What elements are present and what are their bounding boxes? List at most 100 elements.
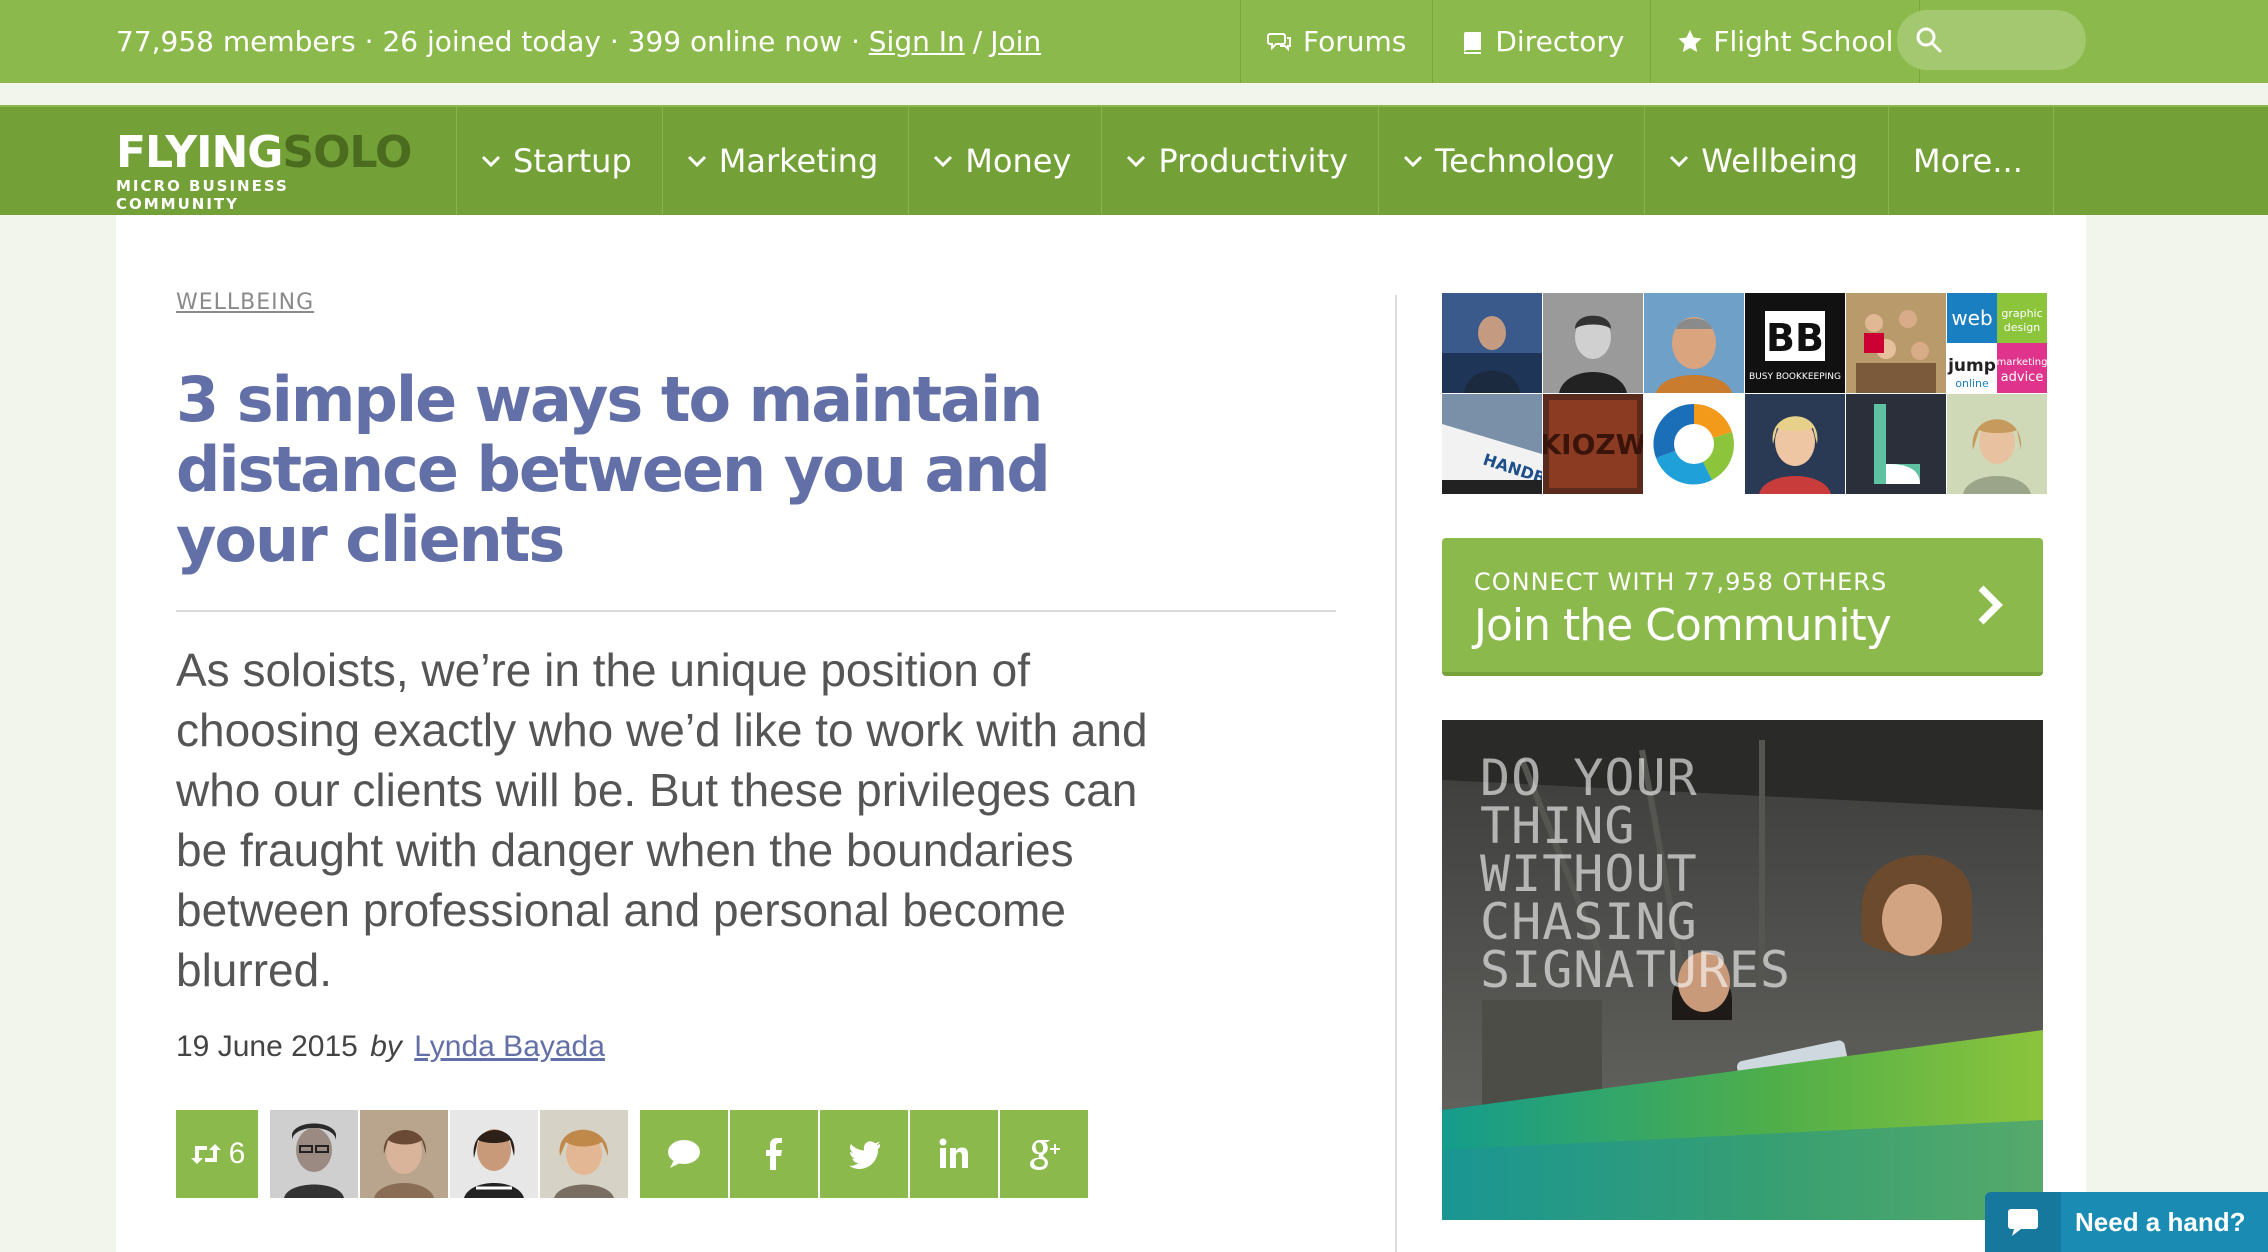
top-bar: 77,958 members · 26 joined today · 399 o… [0,0,2268,83]
main-nav: FLYINGSOLO MICRO BUSINESS COMMUNITY Star… [0,105,2268,215]
nav-item-label: Startup [513,142,632,180]
member-thumbnail[interactable]: web graphicdesign jumponline marketing advic… [1947,293,2047,393]
avatar[interactable] [360,1110,448,1198]
ad-line: SIGNATURES [1480,941,1792,999]
google-plus-share-button[interactable] [1000,1110,1088,1198]
chevron-right-icon [1978,585,2003,625]
nav-item-startup[interactable]: Startup [456,107,662,215]
chevron-down-icon [481,155,501,168]
chevron-down-icon [687,155,706,168]
linkedin-share-button[interactable] [910,1110,998,1198]
member-thumbnail[interactable] [1846,293,1946,393]
member-thumbnail[interactable]: BB BUSY BOOKKEEPING [1745,293,1845,393]
forums-link[interactable]: Forums [1240,0,1432,83]
chevron-down-icon [1127,155,1146,168]
flight-school-link[interactable]: Flight School [1650,0,1921,83]
sidebar-ad[interactable]: DO YOUR THING WITHOUT CHASING SIGNATURES [1442,720,2043,1220]
flying-solo-logo[interactable]: FLYINGSOLO MICRO BUSINESS COMMUNITY [116,131,416,214]
search-input[interactable] [1951,26,2071,54]
slash-separator: / [972,25,983,58]
join-link[interactable]: Join [990,25,1041,58]
member-stats: 77,958 members · 26 joined today · 399 o… [116,0,1041,83]
google-plus-icon [1030,1140,1060,1170]
member-thumbnail[interactable] [1846,394,1946,494]
join-community-cta[interactable]: CONNECT WITH 77,958 OTHERS Join the Comm… [1442,538,2043,676]
avatar[interactable] [270,1110,358,1198]
logo-part-1: FLYING [116,127,283,178]
avatar[interactable] [450,1110,538,1198]
member-thumbnail[interactable] [1442,293,1542,393]
directory-label: Directory [1495,25,1625,58]
retweet-icon [190,1144,221,1164]
member-stats-text: 77,958 members · 26 joined today · 399 o… [116,25,860,58]
search-icon [1916,27,1942,53]
ad-line: CHASING [1480,893,1698,951]
sign-in-link[interactable]: Sign In [869,25,965,58]
category-link[interactable]: WELLBEING [176,290,314,315]
chevron-down-icon [1403,155,1423,168]
nav-item-label: Money [965,142,1072,180]
article-date: 19 June 2015 [176,1030,358,1063]
star-icon [1678,29,1702,52]
byline: 19 June 2015 by Lynda Bayada [176,1030,605,1064]
author-link[interactable]: Lynda Bayada [414,1030,605,1063]
logo-tagline: MICRO BUSINESS COMMUNITY [116,177,289,213]
member-thumbnail[interactable]: HANDBIN [1442,394,1542,494]
reshare-count: 6 [228,1137,246,1170]
article-title: 3 simple ways to maintain distance betwe… [176,363,1051,576]
nav-item-label: Wellbeing [1701,142,1859,180]
avatar[interactable] [540,1110,628,1198]
member-thumbnail[interactable] [1543,293,1643,393]
comment-icon [668,1140,700,1168]
join-cta-subtitle: CONNECT WITH 77,958 OTHERS [1474,568,1888,596]
nav-item-wellbeing[interactable]: Wellbeing [1644,107,1888,215]
nav-item-label: Productivity [1158,142,1349,180]
nav-item-label: More... [1913,142,2023,180]
reshare-button[interactable]: 6 [176,1110,258,1198]
facebook-icon [766,1138,782,1170]
member-thumbnail[interactable] [1947,394,2047,494]
article-lede: As soloists, we’re in the unique positio… [176,644,1148,996]
book-icon [1464,31,1482,54]
nav-item-marketing[interactable]: Marketing [661,107,908,215]
svg-text:web: web [1951,306,1992,330]
svg-text:BB: BB [1766,316,1824,360]
member-thumbnail[interactable]: KIOZW [1543,394,1643,494]
directory-link[interactable]: Directory [1432,0,1650,83]
ad-line: DO YOUR [1480,749,1698,807]
speech-bubbles-icon [1267,32,1291,51]
nav-items: Startup Marketing Money Productivity Tec… [456,107,2054,215]
title-divider [176,610,1336,612]
member-thumbnail[interactable] [1644,293,1744,393]
svg-text:jump: jump [1947,356,1996,376]
svg-text:KIOZW: KIOZW [1543,428,1643,461]
nav-item-label: Marketing [718,142,879,180]
svg-text:graphic: graphic [2001,307,2042,320]
twitter-icon [849,1141,880,1169]
svg-text:marketing: marketing [1997,357,2047,368]
nav-item-productivity[interactable]: Productivity [1101,107,1378,215]
chevron-down-icon [934,155,953,168]
nav-item-technology[interactable]: Technology [1378,107,1644,215]
chat-icon [1985,1192,2061,1252]
ad-line: THING WITHOUT [1480,797,1698,903]
svg-text:advice: advice [2001,370,2044,385]
svg-text:BUSY BOOKKEEPING: BUSY BOOKKEEPING [1749,372,1841,382]
logo-part-2: SOLO [282,127,412,178]
member-thumbnail[interactable] [1745,394,1845,494]
svg-text:online: online [1955,377,1989,390]
member-mosaic: BB BUSY BOOKKEEPING web graphic design jump o… [1442,293,2047,494]
facebook-share-button[interactable] [730,1110,818,1198]
reshare-avatars [270,1110,628,1198]
member-thumbnail[interactable] [1644,394,1744,494]
column-divider [1395,295,1397,1252]
ad-headline: DO YOUR THING WITHOUT CHASING SIGNATURES [1480,749,1880,999]
twitter-share-button[interactable] [820,1110,908,1198]
nav-item-more[interactable]: More... [1888,107,2054,215]
need-a-hand-button[interactable]: Need a hand? [1985,1192,2268,1252]
nav-item-money[interactable]: Money [908,107,1101,215]
forums-label: Forums [1303,25,1407,58]
comment-button[interactable] [640,1110,728,1198]
search-box[interactable] [1897,10,2086,70]
nav-item-label: Technology [1435,142,1615,180]
